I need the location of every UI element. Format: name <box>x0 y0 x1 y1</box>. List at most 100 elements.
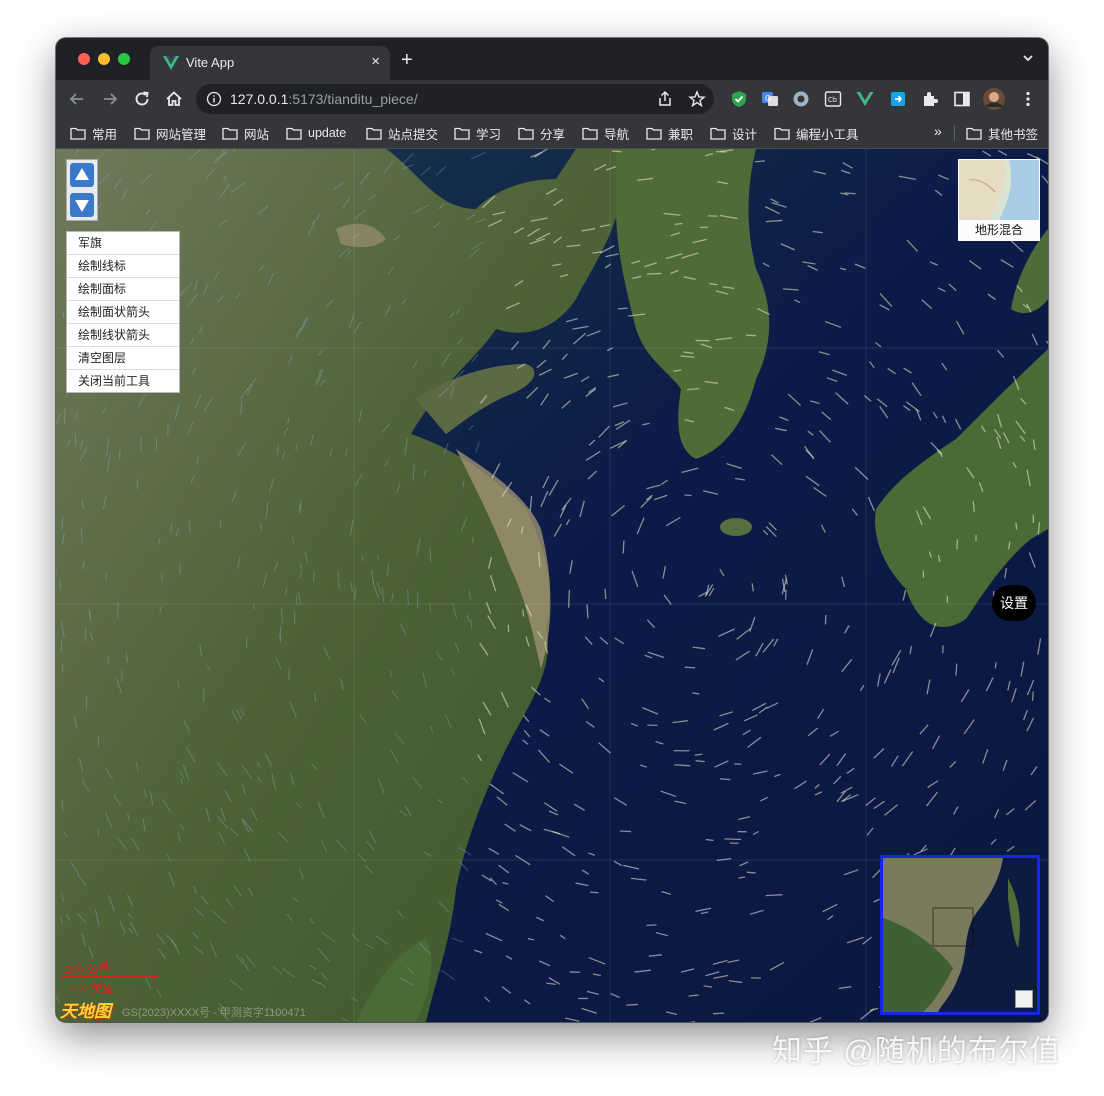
browser-toolbar: 127.0.0.1:5173/tianditu_piece/ G Cb <box>56 80 1048 118</box>
bookmarks-bar: 常用 网站管理 网站 update 站点提交 学习 分享 导航 兼职 设计 编程… <box>56 118 1048 149</box>
bookmark-label: 兼职 <box>668 127 694 142</box>
bookmark-label: 编程小工具 <box>796 127 859 142</box>
wind-streak <box>522 609 525 617</box>
menu-item-draw-line-arrow[interactable]: 绘制线状箭头 <box>67 324 179 347</box>
wind-streak <box>695 760 705 763</box>
side-panel-icon[interactable] <box>952 89 972 109</box>
menu-item-draw-line-marker[interactable]: 绘制线标 <box>67 255 179 278</box>
vue-logo-icon <box>163 56 179 70</box>
puzzle-extensions-icon[interactable] <box>920 89 940 109</box>
map-viewport[interactable]: 军旗 绘制线标 绘制面标 绘制面状箭头 绘制线状箭头 清空图层 关闭当前工具 地… <box>56 149 1048 1022</box>
tab-title: Vite App <box>186 55 235 70</box>
layer-switcher[interactable]: 地形混合 <box>958 159 1040 241</box>
close-window-button[interactable] <box>78 53 90 65</box>
other-bookmarks-folder[interactable]: 其他书签 <box>966 123 1038 143</box>
wind-streak <box>361 555 364 562</box>
wind-streak <box>155 436 158 451</box>
bookmark-folder[interactable]: 学习 <box>454 123 501 143</box>
back-arrow-icon[interactable] <box>66 88 88 110</box>
tab-active[interactable]: Vite App × <box>150 46 390 80</box>
wind-streak <box>107 655 110 664</box>
browser-window: Vite App × + 127.0.0.1:5173/tianditu_pie… <box>56 38 1048 1022</box>
cb-extension-icon[interactable]: Cb <box>823 89 843 109</box>
share-icon[interactable] <box>656 90 674 108</box>
url-host: 127.0.0.1 <box>230 91 289 107</box>
wind-streak <box>117 601 119 618</box>
plot-tools-menu: 军旗 绘制线标 绘制面标 绘制面状箭头 绘制线状箭头 清空图层 关闭当前工具 <box>66 231 180 393</box>
bookmark-label: 网站管理 <box>156 127 207 142</box>
shield-extension-icon[interactable] <box>729 89 749 109</box>
wind-streak <box>972 501 975 513</box>
overview-map-image <box>883 858 1037 1012</box>
zhihu-watermark: 知乎 @随机的布尔值 <box>772 1035 1061 1068</box>
zoom-control <box>66 159 98 221</box>
wind-streak <box>60 639 63 654</box>
translate-extension-icon[interactable]: G <box>760 89 780 109</box>
vue-devtools-icon[interactable] <box>855 89 875 109</box>
bookmark-label: 站点提交 <box>388 127 439 142</box>
chevron-down-icon[interactable] <box>1022 52 1034 64</box>
wind-streak <box>955 663 958 676</box>
wind-streak <box>619 830 632 833</box>
menu-item-military-flag[interactable]: 军旗 <box>67 232 179 255</box>
menu-item-draw-polygon-arrow[interactable]: 绘制面状箭头 <box>67 301 179 324</box>
bookmark-folder[interactable]: 设计 <box>710 123 757 143</box>
forward-arrow-icon[interactable] <box>99 88 121 110</box>
wind-streak <box>589 891 599 894</box>
overview-map[interactable] <box>880 855 1040 1015</box>
bookmark-label: 设计 <box>732 127 758 142</box>
bookmark-star-icon[interactable] <box>688 90 706 108</box>
site-info-icon[interactable] <box>206 91 222 107</box>
minimize-window-button[interactable] <box>98 53 110 65</box>
zoom-in-arrow-icon[interactable] <box>70 163 94 187</box>
folder-icon <box>646 127 662 140</box>
zoom-out-arrow-icon[interactable] <box>70 193 94 217</box>
wind-streak <box>724 838 742 841</box>
tab-strip: Vite App × + <box>56 38 1048 80</box>
folder-icon <box>222 127 238 140</box>
bookmark-folder[interactable]: 网站 <box>222 123 269 143</box>
url-text: 127.0.0.1:5173/tianditu_piece/ <box>230 91 418 107</box>
wind-streak <box>472 536 474 543</box>
wind-streak <box>1031 691 1034 701</box>
wind-streak <box>745 334 756 337</box>
bookmark-label: 学习 <box>476 127 502 142</box>
profile-avatar[interactable] <box>982 87 1006 111</box>
bookmark-folder[interactable]: 编程小工具 <box>774 123 859 143</box>
tianditu-logo: 天地图 <box>60 1002 111 1022</box>
bookmark-folder[interactable]: 站点提交 <box>366 123 438 143</box>
reload-icon[interactable] <box>131 88 153 110</box>
wind-streak <box>299 500 302 515</box>
settings-button[interactable]: 设置 <box>992 585 1036 621</box>
new-tab-button[interactable]: + <box>401 50 413 70</box>
folder-icon <box>710 127 726 140</box>
bookmark-folder[interactable]: 网站管理 <box>134 123 206 143</box>
menu-item-draw-polygon-marker[interactable]: 绘制面标 <box>67 278 179 301</box>
wind-streak <box>705 838 714 841</box>
menu-item-clear-layer[interactable]: 清空图层 <box>67 347 179 370</box>
folder-icon <box>518 127 534 140</box>
tab-close-button[interactable]: × <box>371 53 380 70</box>
more-menu-icon[interactable] <box>1018 89 1038 109</box>
overview-toggle-button[interactable] <box>1015 990 1033 1008</box>
folder-icon <box>134 127 150 140</box>
maximize-window-button[interactable] <box>118 53 130 65</box>
wind-streak <box>604 588 607 600</box>
bookmark-folder[interactable]: 导航 <box>582 123 629 143</box>
bookmark-folder[interactable]: 兼职 <box>646 123 693 143</box>
bookmark-folder[interactable]: 常用 <box>70 123 117 143</box>
menu-item-close-tool[interactable]: 关闭当前工具 <box>67 370 179 392</box>
bookmark-folder[interactable]: 分享 <box>518 123 565 143</box>
wind-streak <box>687 388 700 391</box>
home-icon[interactable] <box>163 88 185 110</box>
wind-streak <box>586 604 589 619</box>
bookmark-folder[interactable]: update <box>286 123 346 143</box>
wind-streak <box>63 407 66 424</box>
circle-extension-icon[interactable] <box>791 89 811 109</box>
address-bar[interactable]: 127.0.0.1:5173/tianditu_piece/ <box>196 84 714 114</box>
arrow-extension-icon[interactable] <box>888 89 908 109</box>
wind-streak <box>617 307 628 310</box>
bookmarks-overflow-button[interactable]: » <box>934 123 942 139</box>
svg-text:Cb: Cb <box>828 97 837 104</box>
wind-streak <box>622 540 625 554</box>
